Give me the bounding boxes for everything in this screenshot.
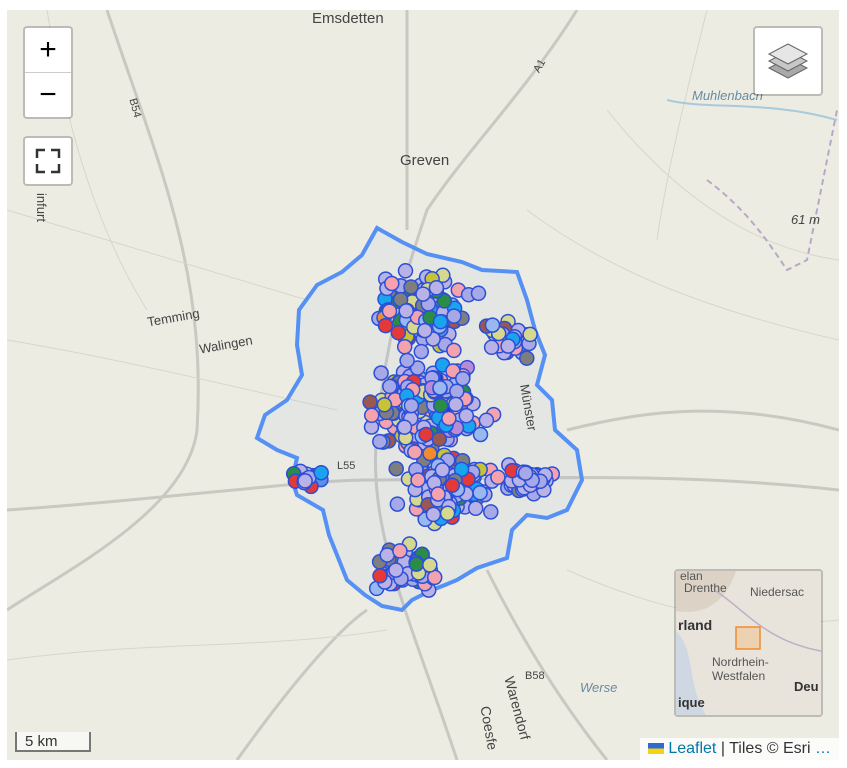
minimap[interactable]: elan Drenthe Niedersac rland Nordrhein- … [674, 569, 823, 717]
map-view[interactable]: Emsdetten Greven Muhlenbach Temming Wali… [7, 10, 839, 760]
map-marker[interactable] [517, 465, 534, 481]
map-marker[interactable] [470, 285, 487, 302]
map-marker[interactable] [434, 462, 451, 478]
map-marker[interactable] [362, 394, 378, 410]
layers-icon [767, 43, 809, 79]
map-marker[interactable] [373, 365, 389, 381]
map-marker[interactable] [417, 322, 433, 339]
map-marker[interactable] [431, 431, 448, 447]
minimap-viewport [735, 626, 761, 650]
map-marker[interactable] [379, 547, 395, 563]
map-marker[interactable] [422, 557, 438, 573]
map-marker[interactable] [439, 505, 456, 522]
zoom-in-button[interactable]: + [25, 28, 71, 72]
place-label-emsdetten: Emsdetten [312, 10, 384, 27]
map-marker[interactable] [390, 324, 407, 341]
zoom-control: + − [23, 26, 73, 119]
map-marker[interactable] [519, 350, 535, 366]
layers-button[interactable] [753, 26, 823, 96]
place-label-emsfurt: infurt [33, 193, 49, 222]
map-marker[interactable] [432, 313, 449, 330]
map-marker[interactable] [432, 397, 449, 414]
map-marker[interactable] [377, 317, 394, 334]
map-marker[interactable] [478, 412, 495, 429]
map-marker[interactable] [413, 343, 430, 360]
map-marker[interactable] [455, 370, 471, 387]
map-marker[interactable] [522, 326, 538, 343]
attribution: Leaflet | Tiles © Esri … [639, 738, 839, 760]
map-marker[interactable] [408, 556, 425, 572]
map-marker[interactable] [484, 317, 501, 333]
map-marker[interactable] [446, 342, 462, 359]
place-label-greven: Greven [400, 152, 450, 169]
map-marker[interactable] [376, 397, 393, 413]
map-marker[interactable] [472, 484, 488, 501]
map-marker[interactable] [407, 444, 423, 460]
road-east [566, 409, 839, 432]
map-marker[interactable] [397, 263, 414, 279]
scale-bar: 5 km [15, 732, 91, 752]
map-marker[interactable] [297, 473, 313, 489]
map-marker[interactable] [483, 339, 500, 356]
map-marker[interactable] [458, 407, 475, 424]
map-marker[interactable] [372, 568, 388, 584]
map-marker[interactable] [410, 472, 426, 488]
elevation-label: 61 m [791, 212, 820, 227]
road-label-l55: L55 [337, 460, 356, 472]
river-label-werse: Werse [580, 680, 618, 695]
map-marker[interactable] [389, 496, 406, 512]
road-southwest [235, 608, 368, 760]
fullscreen-icon [35, 148, 61, 174]
road-label-b58: B58 [525, 670, 545, 682]
fullscreen-button[interactable] [23, 136, 73, 186]
zoom-out-button[interactable]: − [25, 72, 71, 117]
map-marker[interactable] [418, 426, 434, 443]
tiles-credit: | Tiles © Esri [720, 740, 811, 757]
map-marker[interactable] [403, 397, 420, 414]
map-marker[interactable] [472, 426, 489, 443]
river-muhlenbach [666, 99, 838, 121]
map-marker[interactable] [483, 504, 499, 520]
leaflet-link[interactable]: Leaflet [668, 740, 716, 757]
map-marker[interactable] [388, 562, 404, 578]
map-marker[interactable] [372, 433, 388, 450]
map-marker[interactable] [500, 338, 516, 354]
map-marker[interactable] [449, 383, 465, 400]
map-marker[interactable] [425, 506, 442, 523]
map-marker[interactable] [384, 275, 400, 292]
map-marker[interactable] [396, 339, 413, 355]
map-marker[interactable] [428, 280, 445, 296]
map-marker[interactable] [382, 378, 398, 395]
ukraine-flag-icon [647, 743, 664, 754]
map-marker[interactable] [381, 303, 398, 319]
state-border [706, 109, 838, 272]
map-marker[interactable] [313, 464, 329, 481]
map-marker[interactable] [398, 303, 414, 319]
map-marker[interactable] [430, 486, 446, 502]
map-marker[interactable] [422, 445, 438, 462]
map-marker[interactable] [363, 407, 380, 424]
map-marker[interactable] [446, 308, 462, 324]
map-marker[interactable] [415, 286, 431, 302]
map-marker[interactable] [448, 396, 464, 413]
map-marker[interactable] [399, 352, 415, 369]
map-marker[interactable] [490, 469, 506, 486]
map-marker[interactable] [388, 460, 404, 477]
map-marker[interactable] [467, 500, 484, 517]
attribution-more-link[interactable]: … [815, 740, 831, 757]
map-marker[interactable] [392, 543, 408, 559]
map-marker[interactable] [441, 410, 457, 427]
map-marker[interactable] [396, 419, 413, 435]
road-b58 [485, 569, 609, 760]
map-marker[interactable] [432, 380, 448, 396]
